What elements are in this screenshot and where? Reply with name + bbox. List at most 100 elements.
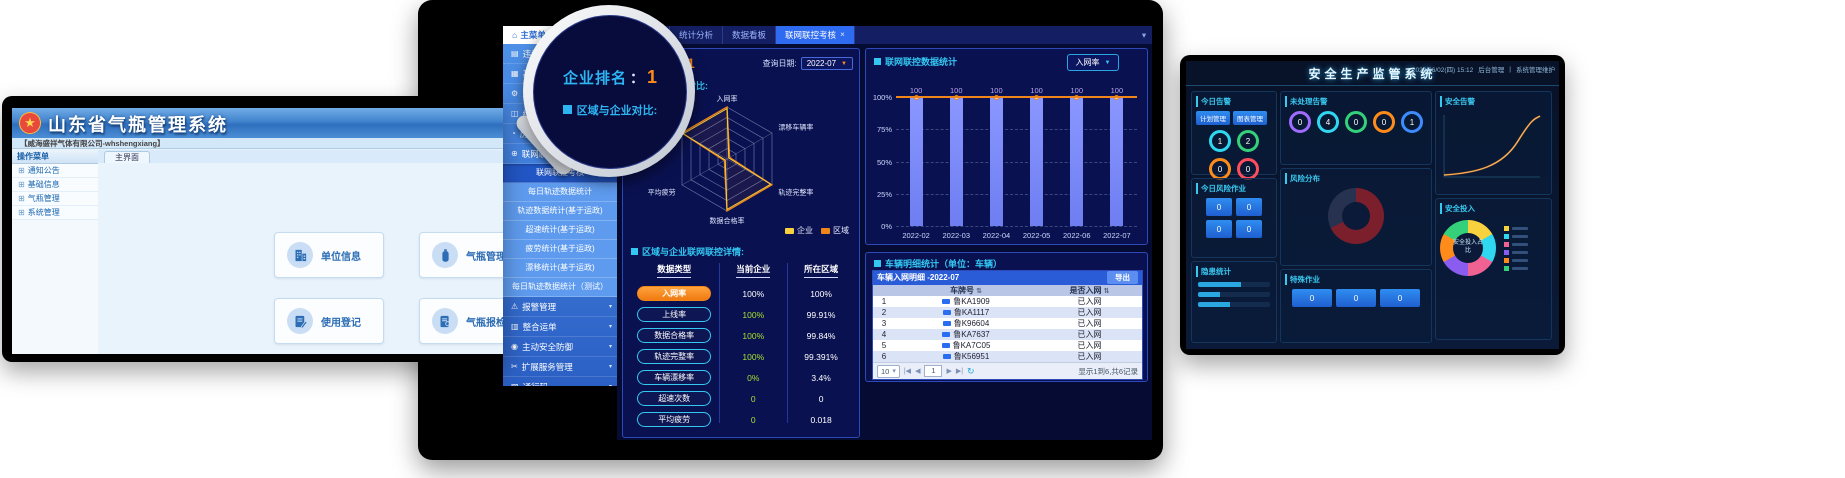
detail-row: 轨迹完整率 100% 99.391% [629, 346, 855, 367]
quick-button[interactable]: 图表管理 [1233, 111, 1267, 125]
plate-column-header[interactable]: 车牌号⇅ [895, 285, 1037, 296]
sidebar-submenu-item[interactable]: 每日轨迹数据统计 [503, 183, 617, 202]
sidebar-menu-item[interactable]: ▧ 通行码 ▾ [503, 377, 617, 386]
tabbar-overflow-icon[interactable]: ▾ [1136, 26, 1152, 44]
last-page-button[interactable]: ▶| [956, 367, 963, 375]
home-card[interactable]: 使用登记 [274, 298, 384, 344]
safety-alarm-panel: 安全告警 [1435, 91, 1552, 195]
metric-pill-button[interactable]: 上线率 [637, 307, 711, 322]
metric-pill-button[interactable]: 入网率 [637, 286, 711, 301]
app-header: ★ 山东省气瓶管理系统 [12, 108, 503, 138]
sidebar-submenu-item[interactable]: 超速统计(基于运政) [503, 221, 617, 240]
metric-pill-button[interactable]: 平均疲劳 [637, 412, 711, 427]
stat-tile[interactable]: 0 [1236, 220, 1262, 238]
page-input[interactable]: 1 [924, 365, 942, 377]
sidebar-menu-item[interactable]: ▥ 整合运单 ▾ [503, 317, 617, 337]
operation-menu-item[interactable]: ⊞系统管理 [12, 206, 98, 220]
content-tab[interactable]: 数据看板× [723, 26, 776, 44]
sort-icon: ⇅ [976, 288, 982, 295]
refresh-icon[interactable]: ↻ [967, 366, 975, 377]
gauge-ring: 2 [1237, 130, 1259, 152]
radar-legend: 企业区域 [785, 225, 849, 236]
hazard-panel: 隐患统计 [1191, 261, 1277, 343]
sidebar-menu-item[interactable]: ✂ 扩展服务管理 ▾ [503, 357, 617, 377]
close-icon[interactable]: × [840, 26, 845, 44]
quick-button[interactable]: 计划管理 [1196, 111, 1230, 125]
table-row[interactable]: 3 鲁K96604 已入网 [873, 318, 1142, 329]
sidebar-menu-item[interactable]: ⚠ 报警管理 ▾ [503, 297, 617, 317]
gauge-ring: 0 [1345, 111, 1367, 133]
sidebar-submenu-item[interactable]: 轨迹数据统计(基于运政) [503, 202, 617, 221]
stat-tile[interactable]: 0 [1380, 289, 1420, 307]
operation-menu-item[interactable]: ⊞气瓶管理 [12, 192, 98, 206]
stat-tile[interactable]: 0 [1336, 289, 1376, 307]
stat-tile[interactable]: 0 [1206, 198, 1232, 216]
stat-tile[interactable]: 0 [1292, 289, 1332, 307]
home-card[interactable]: 单位信息 [274, 232, 384, 278]
legend-item [1504, 234, 1528, 239]
gauge-ring: 0 [1209, 158, 1231, 180]
sidebar-submenu: 联网联控考核每日轨迹数据统计轨迹数据统计(基于运政)超速统计(基于运政)疲劳统计… [503, 164, 617, 297]
menu-item-icon: ⚠ [511, 302, 518, 311]
page-size-select[interactable]: 10 ▾ [877, 365, 900, 378]
investment-legend [1504, 226, 1528, 271]
metric-pill-button[interactable]: 数据合格率 [637, 328, 711, 343]
table-row[interactable]: 2 鲁KA1117 已入网 [873, 307, 1142, 318]
metric-pill-button[interactable]: 车辆漂移率 [637, 370, 711, 385]
content-tab[interactable]: 联网联控考核× [776, 26, 855, 44]
special-work-panel: 特殊作业 000 [1280, 269, 1432, 343]
caret-down-icon: ▾ [892, 366, 896, 377]
pagination-bar: 10 ▾ |◀ ◀ 1 ▶ ▶| ↻ 显示1到6,共6记录 [873, 362, 1142, 379]
detail-row: 超速次数 0 0 [629, 388, 855, 409]
export-button[interactable]: 导出 [1107, 271, 1138, 284]
stat-tile[interactable]: 0 [1236, 198, 1262, 216]
svg-text:轨迹完整率: 轨迹完整率 [778, 188, 813, 197]
maintenance-link[interactable]: 系统管理维护 [1516, 64, 1555, 74]
operation-menu-item[interactable]: ⊞基础信息 [12, 178, 98, 192]
home-card[interactable]: 气瓶报检 [419, 298, 503, 344]
sidebar-menu-item[interactable]: ◉ 主动安全防御 ▾ [503, 337, 617, 357]
operation-menu-item[interactable]: ⊞通知公告 [12, 164, 98, 178]
menu-item-icon: ✂ [511, 362, 518, 371]
table-row[interactable]: 6 鲁K56951 已入网 [873, 351, 1142, 362]
prev-page-button[interactable]: ◀ [915, 367, 920, 375]
expand-plus-icon[interactable]: ⊞ [18, 192, 25, 205]
table-row[interactable]: 5 鲁KA7C05 已入网 [873, 340, 1142, 351]
magnified-rank: 企业排名 ： 1 [563, 67, 657, 88]
query-date-select[interactable]: 2022-07 ▼ [801, 57, 853, 70]
stat-tile[interactable]: 0 [1206, 220, 1232, 238]
status-column-header[interactable]: 是否入网⇅ [1037, 285, 1142, 296]
sidebar-menu-bottom: ⚠ 报警管理 ▾ ▥ 整合运单 ▾ ◉ 主动安全防御 ▾ ✂ 扩展服务管理 ▾ … [503, 297, 617, 386]
first-page-button[interactable]: |◀ [904, 367, 911, 375]
next-page-button[interactable]: ▶ [946, 367, 951, 375]
company-value: 0% [719, 373, 787, 383]
magnified-subtitle: 区域与企业对比: [563, 102, 658, 118]
home-card[interactable]: 气瓶管理 [419, 232, 503, 278]
expand-plus-icon[interactable]: ⊞ [18, 178, 25, 191]
sidebar-submenu-item[interactable]: 每日轨迹数据统计（测试） [503, 278, 617, 297]
sidebar-submenu-item[interactable]: 疲劳统计(基于运政) [503, 240, 617, 259]
metric-pill-button[interactable]: 超速次数 [637, 391, 711, 406]
magnifier-overlay: 企业排名 ： 1 区域与企业对比: [523, 5, 695, 177]
metric-pill-button[interactable]: 轨迹完整率 [637, 349, 711, 364]
sidebar-submenu-item[interactable]: 漂移统计(基于运政) [503, 259, 617, 278]
chevron-down-icon: ▾ [609, 323, 612, 330]
expand-plus-icon[interactable]: ⊞ [18, 206, 25, 219]
national-emblem-icon: ★ [19, 112, 41, 134]
expand-plus-icon[interactable]: ⊞ [18, 164, 25, 177]
legend-item: 企业 [785, 225, 813, 236]
home-icon: ⌂ [512, 30, 517, 40]
table-row[interactable]: 4 鲁KA7637 已入网 [873, 329, 1142, 340]
table-row[interactable]: 1 鲁KA1909 已入网 [873, 296, 1142, 307]
gauge-ring: 0 [1237, 158, 1259, 180]
card-icon [287, 242, 313, 268]
today-work-panel: 今日风险作业 0000 [1191, 178, 1277, 258]
card-icon [432, 308, 458, 334]
admin-link[interactable]: 后台管理 [1478, 64, 1504, 74]
divider: | [1509, 66, 1511, 73]
bar [950, 97, 963, 226]
svg-text:数据合格率: 数据合格率 [710, 216, 745, 225]
section-bullet-icon [563, 105, 572, 114]
content-tabbar: 车辆列表× 统计分析× 数据看板× 联网联控考核× ▾ [617, 26, 1152, 44]
gauge-ring: 0 [1289, 111, 1311, 133]
